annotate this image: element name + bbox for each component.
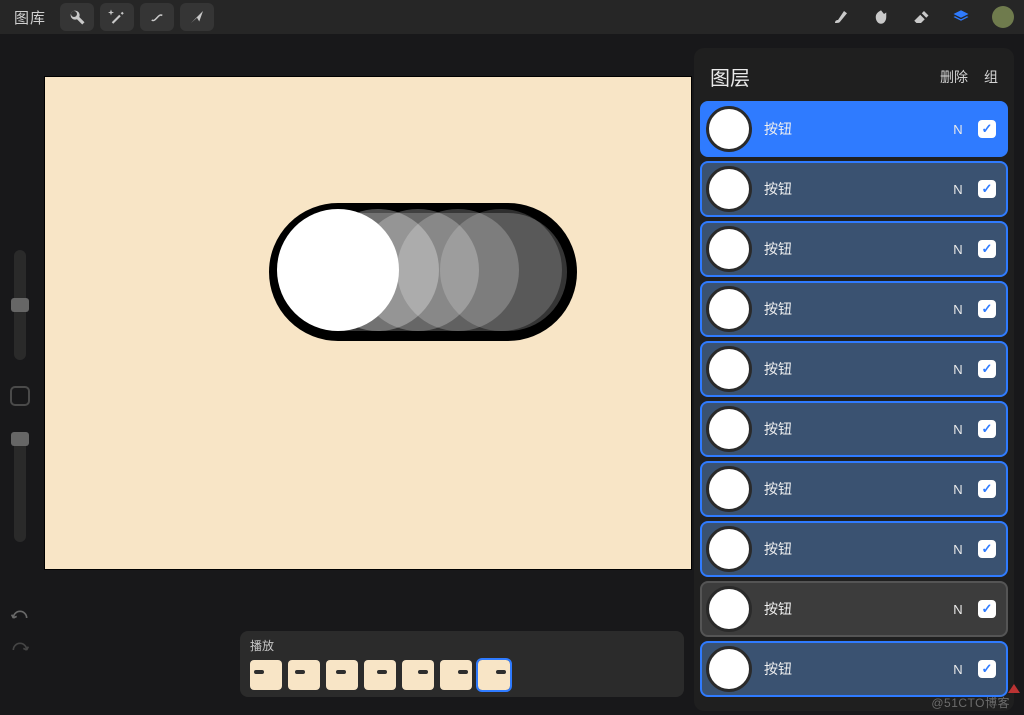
layer-label: 按钮: [764, 239, 938, 259]
layer-label: 按钮: [764, 599, 938, 619]
artwork-toggle-knob: [277, 209, 399, 331]
layer-row[interactable]: 按钮 N ✓: [700, 581, 1008, 637]
layer-row[interactable]: 按钮 N ✓: [700, 221, 1008, 277]
layers-icon[interactable]: [944, 3, 978, 31]
layer-label: 按钮: [764, 119, 938, 139]
layer-thumbnail: [706, 106, 752, 152]
layer-thumbnail: [706, 166, 752, 212]
left-rail: [6, 250, 34, 542]
layer-thumbnail: [706, 586, 752, 632]
layers-delete-button[interactable]: 删除: [940, 67, 968, 87]
timeline-frame[interactable]: [440, 660, 472, 690]
layer-visibility-checkbox[interactable]: ✓: [978, 300, 996, 318]
layers-group-button[interactable]: 组: [984, 67, 998, 87]
layer-blend-mode[interactable]: N: [950, 542, 966, 557]
undo-redo-group: [10, 605, 30, 653]
eraser-icon[interactable]: [904, 3, 938, 31]
top-toolbar: 图库: [0, 0, 1024, 34]
timeline-frame[interactable]: [250, 660, 282, 690]
layer-label: 按钮: [764, 479, 938, 499]
top-toolbar-right: [824, 3, 1018, 31]
layer-thumbnail: [706, 406, 752, 452]
layer-visibility-checkbox[interactable]: ✓: [978, 540, 996, 558]
shape-icon[interactable]: [140, 3, 174, 31]
layer-blend-mode[interactable]: N: [950, 602, 966, 617]
modifier-button[interactable]: [10, 386, 30, 406]
layer-visibility-checkbox[interactable]: ✓: [978, 360, 996, 378]
library-button[interactable]: 图库: [6, 7, 54, 28]
layer-row[interactable]: 按钮 N ✓: [700, 641, 1008, 697]
smudge-icon[interactable]: [864, 3, 898, 31]
layer-blend-mode[interactable]: N: [950, 422, 966, 437]
layers-panel: 图层 删除 组 按钮 N ✓ 按钮 N ✓ 按钮 N ✓ 按钮 N ✓ 按钮 N ✓ 按钮 N ✓ 按钮 N ✓ 按钮 N ✓…: [694, 48, 1014, 711]
layer-row[interactable]: 按钮 N ✓: [700, 341, 1008, 397]
layer-row[interactable]: 按钮 N ✓: [700, 101, 1008, 157]
layer-thumbnail: [706, 466, 752, 512]
brush-opacity-slider[interactable]: [14, 432, 26, 542]
layer-visibility-checkbox[interactable]: ✓: [978, 660, 996, 678]
layer-label: 按钮: [764, 359, 938, 379]
layer-blend-mode[interactable]: N: [950, 122, 966, 137]
layer-label: 按钮: [764, 179, 938, 199]
layers-list: 按钮 N ✓ 按钮 N ✓ 按钮 N ✓ 按钮 N ✓ 按钮 N ✓ 按钮 N ✓ 按钮 N ✓ 按钮 N ✓ 按钮 N ✓ 按钮 N ✓: [694, 101, 1014, 711]
layer-label: 按钮: [764, 299, 938, 319]
undo-icon[interactable]: [10, 605, 30, 621]
layer-blend-mode[interactable]: N: [950, 302, 966, 317]
layer-thumbnail: [706, 646, 752, 692]
layer-visibility-checkbox[interactable]: ✓: [978, 480, 996, 498]
timeline-frame[interactable]: [326, 660, 358, 690]
layer-blend-mode[interactable]: N: [950, 242, 966, 257]
layer-visibility-checkbox[interactable]: ✓: [978, 420, 996, 438]
brush-icon[interactable]: [824, 3, 858, 31]
layer-thumbnail: [706, 526, 752, 572]
timeline-frame[interactable]: [402, 660, 434, 690]
layer-thumbnail: [706, 346, 752, 392]
layer-blend-mode[interactable]: N: [950, 482, 966, 497]
layer-row[interactable]: 按钮 N ✓: [700, 401, 1008, 457]
layers-panel-title: 图层: [710, 62, 750, 91]
layer-blend-mode[interactable]: N: [950, 362, 966, 377]
wrench-icon[interactable]: [60, 3, 94, 31]
play-button[interactable]: 播放: [250, 637, 674, 654]
animation-timeline: 播放: [240, 631, 684, 697]
redo-icon[interactable]: [10, 637, 30, 653]
layers-panel-header: 图层 删除 组: [694, 48, 1014, 101]
timeline-frame[interactable]: [364, 660, 396, 690]
layer-blend-mode[interactable]: N: [950, 662, 966, 677]
layer-row[interactable]: 按钮 N ✓: [700, 161, 1008, 217]
timeline-frames: [250, 660, 674, 690]
slider-thumb[interactable]: [11, 432, 29, 446]
layer-visibility-checkbox[interactable]: ✓: [978, 240, 996, 258]
layer-label: 按钮: [764, 539, 938, 559]
layer-label: 按钮: [764, 659, 938, 679]
layer-visibility-checkbox[interactable]: ✓: [978, 120, 996, 138]
layer-blend-mode[interactable]: N: [950, 182, 966, 197]
timeline-frame[interactable]: [478, 660, 510, 690]
layer-thumbnail: [706, 226, 752, 272]
magic-icon[interactable]: [100, 3, 134, 31]
pointer-icon[interactable]: [180, 3, 214, 31]
slider-thumb[interactable]: [11, 298, 29, 312]
brush-size-slider[interactable]: [14, 250, 26, 360]
layer-visibility-checkbox[interactable]: ✓: [978, 180, 996, 198]
color-swatch[interactable]: [992, 6, 1014, 28]
layer-row[interactable]: 按钮 N ✓: [700, 461, 1008, 517]
layer-thumbnail: [706, 286, 752, 332]
layer-row[interactable]: 按钮 N ✓: [700, 521, 1008, 577]
timeline-frame[interactable]: [288, 660, 320, 690]
layer-label: 按钮: [764, 419, 938, 439]
canvas[interactable]: [44, 76, 692, 570]
top-toolbar-left: 图库: [6, 3, 214, 31]
layer-row[interactable]: 按钮 N ✓: [700, 281, 1008, 337]
layer-visibility-checkbox[interactable]: ✓: [978, 600, 996, 618]
